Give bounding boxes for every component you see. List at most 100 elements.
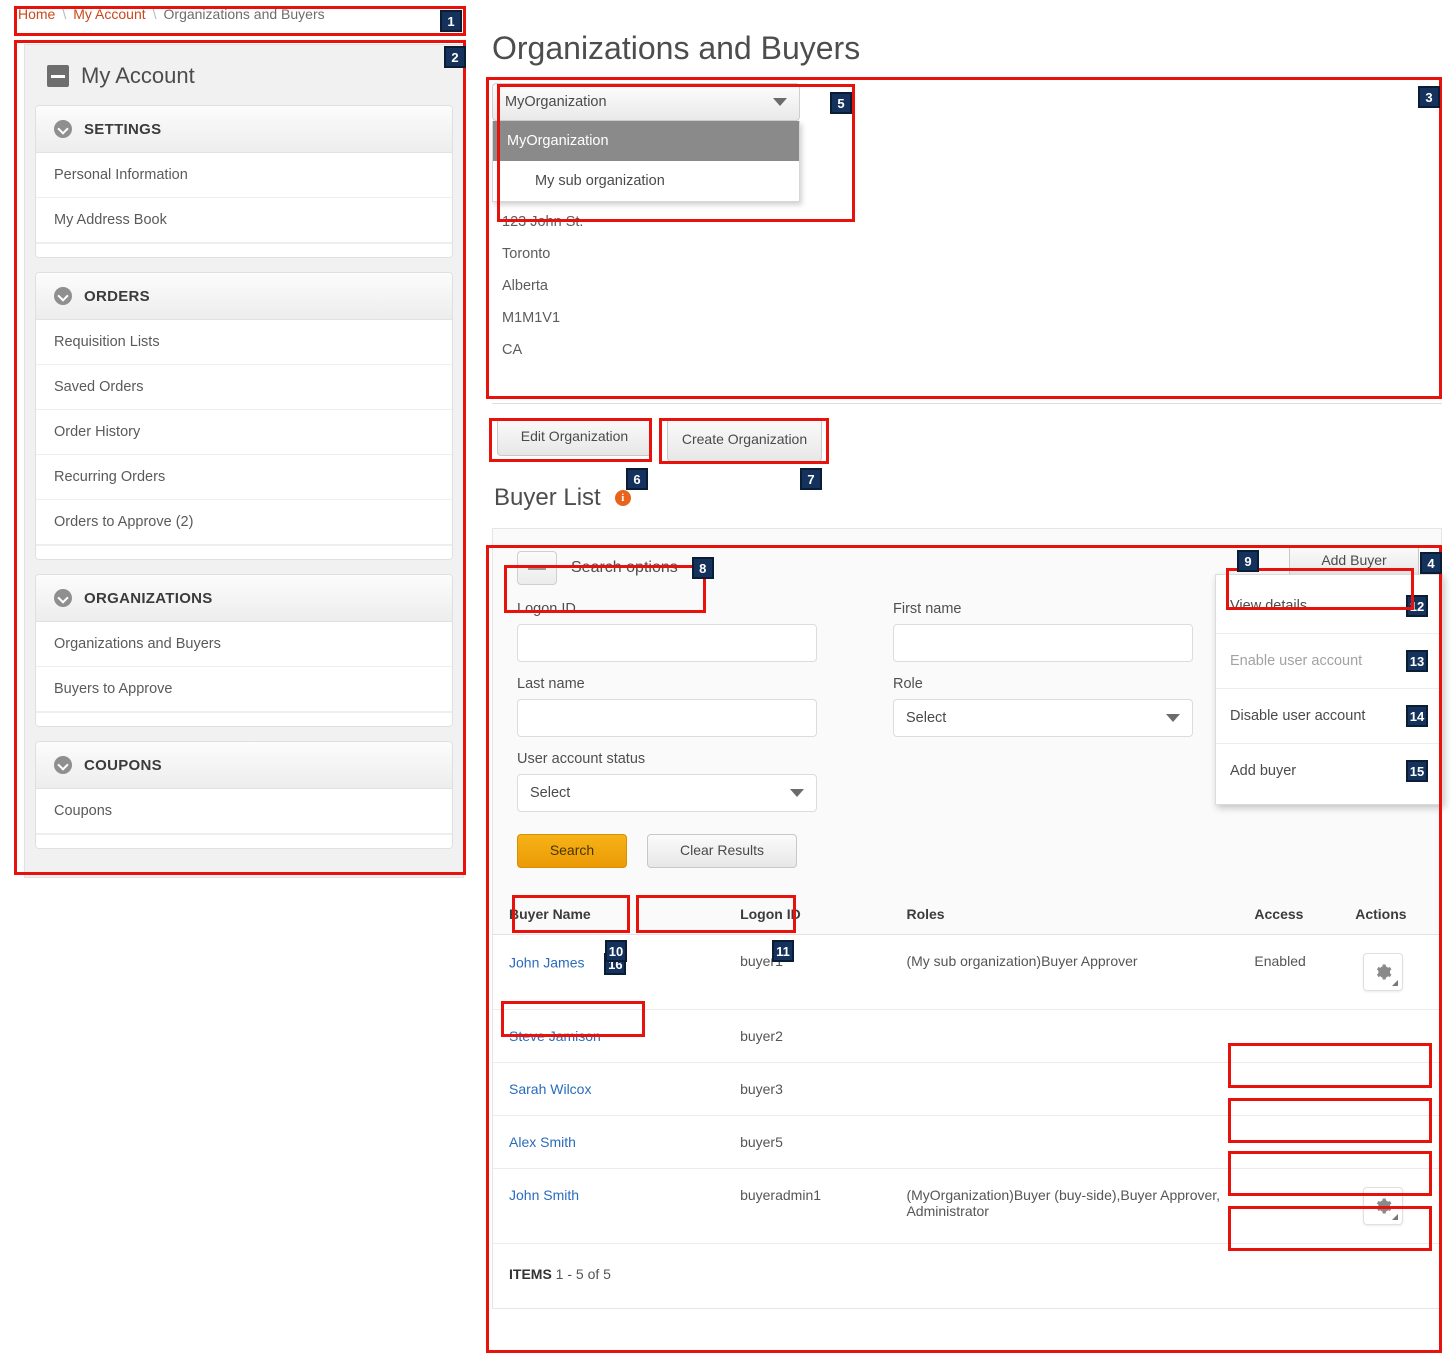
divider: [492, 403, 1442, 404]
role-select-value: Select: [906, 710, 1166, 726]
collapse-minus-icon[interactable]: [47, 65, 69, 87]
callout-badge-10: 10: [605, 940, 627, 962]
sidebar-item-personal-information[interactable]: Personal Information: [36, 153, 452, 198]
logon-id-input[interactable]: [517, 624, 817, 662]
page-title: Organizations and Buyers: [492, 30, 1442, 67]
breadcrumb: Home\My Account\Organizations and Buyers: [18, 6, 325, 22]
info-icon[interactable]: i: [615, 490, 631, 506]
column-header-buyer-name: Buyer Name: [493, 896, 740, 935]
chevron-down-icon: [773, 98, 787, 106]
buyer-list-panel: Search options 8 9 Add Buyer Logon ID Fi…: [492, 528, 1442, 1309]
callout-badge-12: 12: [1406, 595, 1428, 617]
first-name-input[interactable]: [893, 624, 1193, 662]
add-buyer-wrap: 9 Add Buyer: [1237, 545, 1419, 577]
address-line-street: 123 John St.: [492, 206, 1442, 238]
action-add-buyer[interactable]: Add buyer 15: [1216, 744, 1442, 798]
last-name-field-group: Last name: [517, 676, 817, 737]
table-row: John Smith buyeradmin1 (MyOrganization)B…: [493, 1169, 1441, 1244]
sidebar-section-title: COUPONS: [84, 757, 162, 774]
sidebar-section-footer: [36, 834, 452, 848]
create-organization-button[interactable]: Create Organization: [667, 418, 822, 462]
breadcrumb-my-account[interactable]: My Account: [73, 6, 145, 22]
cell-actions: [1355, 1010, 1441, 1063]
sidebar-item-organizations-and-buyers[interactable]: Organizations and Buyers: [36, 622, 452, 667]
main-content: Organizations and Buyers MyOrganization …: [492, 30, 1442, 1309]
sidebar-section-footer: [36, 545, 452, 559]
items-range: 1 - 5 of 5: [556, 1266, 611, 1282]
search-actions: Search Clear Results: [493, 826, 1441, 868]
callout-badge-11: 11: [772, 940, 794, 962]
last-name-input[interactable]: [517, 699, 817, 737]
action-view-details[interactable]: View details 12: [1216, 579, 1442, 634]
sidebar-item-coupons[interactable]: Coupons: [36, 789, 452, 834]
buyer-table-body: John James 16 buyer1 (My sub organizatio…: [493, 935, 1441, 1244]
sidebar-section-header-coupons[interactable]: COUPONS: [36, 742, 452, 789]
sidebar-item-requisition-lists[interactable]: Requisition Lists: [36, 320, 452, 365]
items-label: ITEMS: [509, 1266, 552, 1282]
callout-badge-9: 9: [1237, 550, 1259, 572]
role-select[interactable]: Select: [893, 699, 1193, 737]
search-options-toggle[interactable]: [517, 551, 557, 585]
cell-access: [1254, 1169, 1355, 1244]
breadcrumb-separator-1: \: [62, 6, 66, 22]
role-field-group: Role Select: [893, 676, 1193, 737]
buyer-link-steve-jamison[interactable]: Steve Jamison: [509, 1028, 601, 1044]
sidebar-section-header-organizations[interactable]: ORGANIZATIONS: [36, 575, 452, 622]
gear-icon[interactable]: [1363, 953, 1403, 991]
cell-logon-id: buyer3: [740, 1063, 906, 1116]
breadcrumb-separator-2: \: [153, 6, 157, 22]
address-line-postal: M1M1V1: [492, 302, 1442, 334]
edit-organization-button[interactable]: Edit Organization: [497, 418, 652, 456]
sidebar-section-header-orders[interactable]: ORDERS: [36, 273, 452, 320]
sidebar-item-order-history[interactable]: Order History: [36, 410, 452, 455]
dropdown-arrow-icon: [1392, 980, 1398, 986]
sidebar-section-title: ORGANIZATIONS: [84, 590, 213, 607]
callout-badge-2: 2: [444, 46, 466, 68]
buyer-link-alex-smith[interactable]: Alex Smith: [509, 1134, 576, 1150]
first-name-label: First name: [893, 601, 1193, 617]
breadcrumb-home[interactable]: Home: [18, 6, 55, 22]
gear-icon[interactable]: [1363, 1187, 1403, 1225]
cell-logon-id: buyer1: [740, 935, 906, 1010]
sidebar-section-header-settings[interactable]: SETTINGS: [36, 106, 452, 153]
callout-badge-7: 7: [800, 468, 822, 490]
logon-id-label: Logon ID: [517, 601, 817, 617]
buyer-table: Buyer Name Logon ID Roles Access Actions…: [493, 896, 1441, 1244]
sidebar-item-buyers-to-approve[interactable]: Buyers to Approve: [36, 667, 452, 712]
buyer-link-john-james[interactable]: John James: [509, 955, 584, 971]
organization-select-value: MyOrganization: [505, 94, 773, 110]
sidebar-section-organizations: ORGANIZATIONS Organizations and Buyers B…: [35, 574, 453, 727]
sidebar-item-my-address-book[interactable]: My Address Book: [36, 198, 452, 243]
organization-select[interactable]: MyOrganization: [492, 83, 800, 121]
callout-badge-15: 15: [1406, 760, 1428, 782]
buyer-list-title: Buyer List: [494, 484, 601, 512]
organization-option-my-sub-organization[interactable]: My sub organization: [493, 161, 799, 201]
action-disable-user-account[interactable]: Disable user account 14: [1216, 689, 1442, 744]
chevron-down-icon: [54, 287, 72, 305]
chevron-down-icon: [54, 589, 72, 607]
address-line-city: Toronto: [492, 238, 1442, 270]
clear-results-button[interactable]: Clear Results: [647, 834, 797, 868]
add-buyer-button[interactable]: Add Buyer: [1289, 545, 1419, 577]
cell-roles: [906, 1116, 1254, 1169]
organization-option-myorganization[interactable]: MyOrganization: [493, 121, 799, 161]
cell-buyer-name: Steve Jamison: [493, 1010, 740, 1063]
sidebar-item-orders-to-approve[interactable]: Orders to Approve (2): [36, 500, 452, 545]
user-account-status-select[interactable]: Select: [517, 774, 817, 812]
cell-logon-id: buyer2: [740, 1010, 906, 1063]
organization-address: 123 John St. Toronto Alberta M1M1V1 CA: [492, 206, 1442, 366]
table-row: Sarah Wilcox buyer3: [493, 1063, 1441, 1116]
buyer-link-sarah-wilcox[interactable]: Sarah Wilcox: [509, 1081, 591, 1097]
search-button[interactable]: Search: [517, 834, 627, 868]
action-enable-user-account[interactable]: Enable user account 13: [1216, 634, 1442, 689]
table-row: Alex Smith buyer5: [493, 1116, 1441, 1169]
buyer-link-john-smith[interactable]: John Smith: [509, 1187, 579, 1203]
callout-badge-3: 3: [1418, 86, 1440, 108]
sidebar-item-saved-orders[interactable]: Saved Orders: [36, 365, 452, 410]
sidebar: My Account SETTINGS Personal Information…: [24, 44, 464, 878]
sidebar-account-header[interactable]: My Account: [35, 57, 453, 105]
table-header-row: Buyer Name Logon ID Roles Access Actions: [493, 896, 1441, 935]
sidebar-item-recurring-orders[interactable]: Recurring Orders: [36, 455, 452, 500]
cell-roles: [906, 1010, 1254, 1063]
sidebar-title: My Account: [81, 63, 195, 89]
